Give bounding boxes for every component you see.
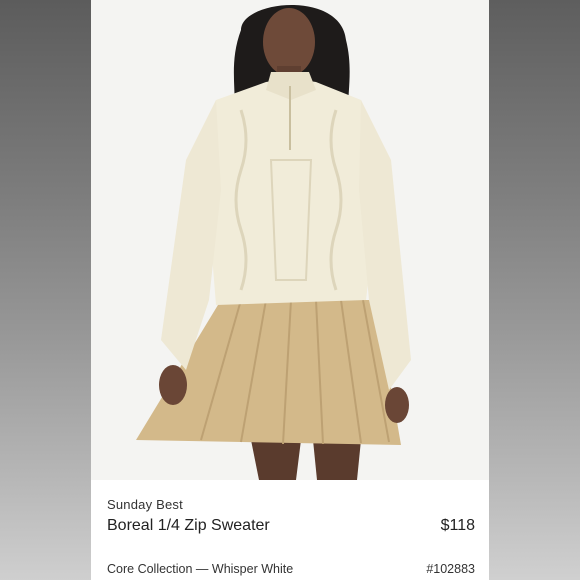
product-details: Sunday Best Boreal 1/4 Zip Sweater $118 …	[91, 480, 489, 580]
screenshot-frame: Sunday Best Boreal 1/4 Zip Sweater $118 …	[0, 0, 580, 580]
sku-number: #102883	[426, 562, 475, 576]
right-blurred-backdrop	[489, 0, 580, 580]
brand-name[interactable]: Sunday Best	[107, 497, 183, 512]
product-price: $118	[440, 517, 475, 534]
product-photo[interactable]	[91, 0, 489, 480]
left-blurred-backdrop	[0, 0, 91, 580]
product-photo-illustration	[91, 0, 489, 480]
product-title[interactable]: Boreal 1/4 Zip Sweater	[107, 517, 270, 535]
product-card[interactable]: Sunday Best Boreal 1/4 Zip Sweater $118 …	[91, 0, 489, 580]
collection-label: Core Collection — Whisper White	[107, 562, 294, 576]
